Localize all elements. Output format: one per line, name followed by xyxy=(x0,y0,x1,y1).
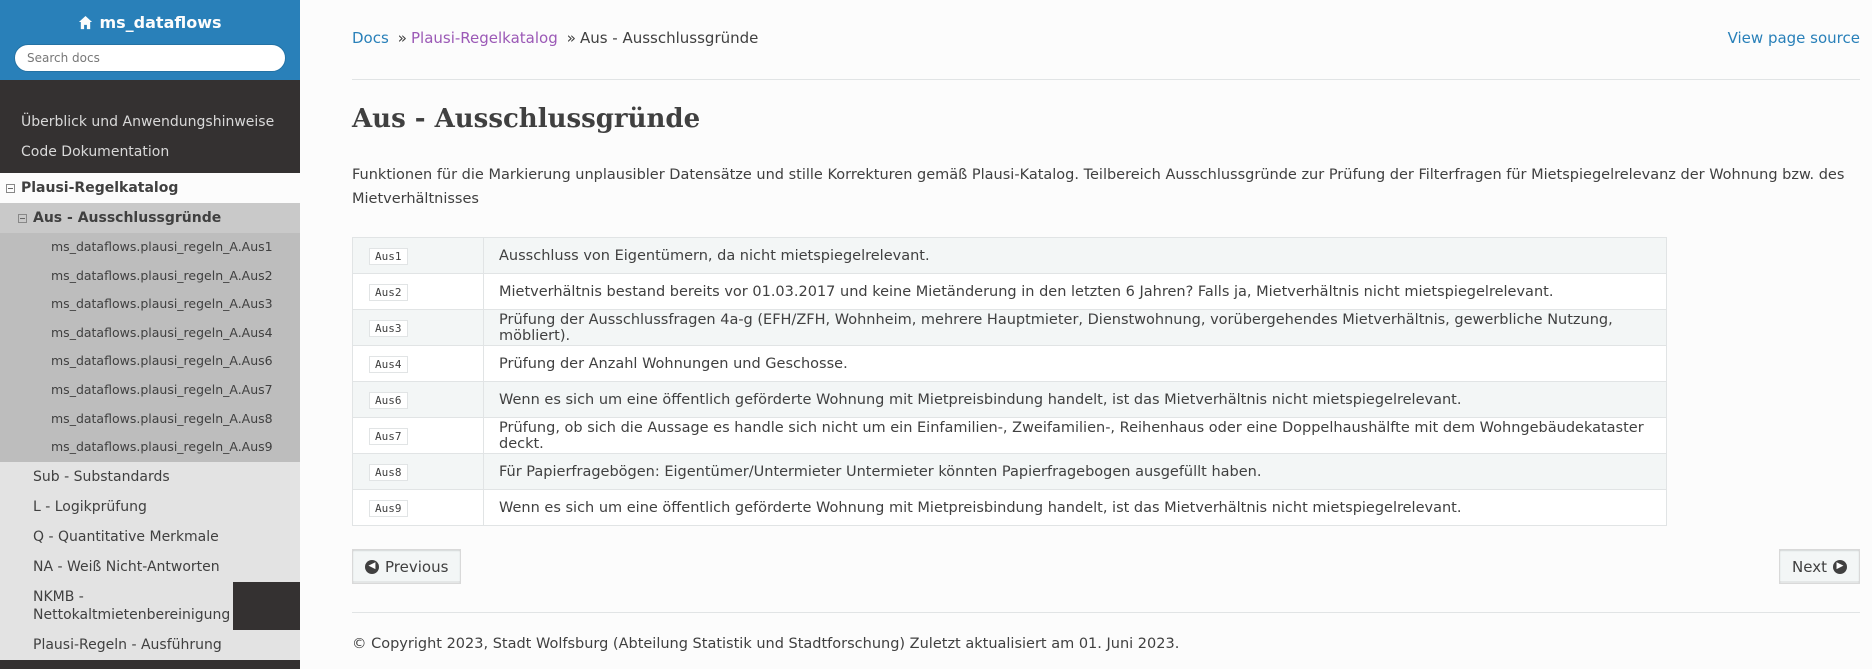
table-row: Aus8 Für Papierfragebögen: Eigentümer/Unt… xyxy=(352,453,1667,490)
function-code-link[interactable]: Aus7 xyxy=(369,427,408,445)
function-code-link[interactable]: Aus4 xyxy=(369,355,408,373)
table-cell-description: Wenn es sich um eine öffentlich geförder… xyxy=(483,489,1667,526)
breadcrumb-separator: » xyxy=(566,29,576,47)
sidebar-header: ms_dataflows xyxy=(0,0,300,80)
table-cell-description: Prüfung, ob sich die Aussage es handle s… xyxy=(483,417,1667,454)
sidebar-footer xyxy=(0,659,300,669)
table-cell-code: Aus3 xyxy=(352,309,484,346)
table-cell-code: Aus2 xyxy=(352,273,484,310)
sidebar-item-label: Aus - Ausschlussgründe xyxy=(33,210,222,226)
circle-arrow-right-icon: ▶ xyxy=(1833,559,1847,574)
table-cell-code: Aus8 xyxy=(352,453,484,490)
function-code-link[interactable]: Aus9 xyxy=(369,499,408,517)
page-description: Funktionen für die Markierung unplausibl… xyxy=(352,167,1845,207)
table-cell-code: Aus6 xyxy=(352,381,484,418)
sidebar-item-nkmb[interactable]: NKMB - Nettokaltmietenbereinigung xyxy=(0,581,233,630)
footer-copyright: © Copyright 2023, Stadt Wolfsburg (Abtei… xyxy=(352,636,1180,652)
table-row: Aus4 Prüfung der Anzahl Wohnungen und Ges… xyxy=(352,345,1667,382)
function-code-link[interactable]: Aus2 xyxy=(369,283,408,301)
table-cell-description: Prüfung der Anzahl Wohnungen und Geschos… xyxy=(483,345,1667,382)
sidebar-item-l[interactable]: L - Logikprüfung xyxy=(0,491,300,522)
sidebar-module-aus2[interactable]: ms_dataflows.plausi_regeln_A.Aus2 xyxy=(0,261,300,291)
table-cell-code: Aus9 xyxy=(352,489,484,526)
project-home-link[interactable]: ms_dataflows xyxy=(78,13,222,32)
page-title: Aus - Ausschlussgründe xyxy=(352,104,701,134)
function-code-link[interactable]: Aus1 xyxy=(369,247,408,265)
sidebar-item-overview[interactable]: Überblick und Anwendungshinweise xyxy=(0,107,300,137)
sidebar-menu: Überblick und Anwendungshinweise Code Do… xyxy=(0,80,300,669)
breadcrumb-separator: » xyxy=(397,29,407,47)
sidebar-item-code-doc[interactable]: Code Dokumentation xyxy=(0,137,300,167)
breadcrumb: Docs» Plausi-Regelkatalog» Aus - Ausschlus… xyxy=(352,29,758,47)
previous-label: Previous xyxy=(385,557,449,576)
function-code-link[interactable]: Aus3 xyxy=(369,319,408,337)
project-name: ms_dataflows xyxy=(99,13,222,32)
sidebar-item-current[interactable]: Plausi-Regelkatalog xyxy=(0,173,300,203)
table-cell-description: Für Papierfragebögen: Eigentümer/Untermi… xyxy=(483,453,1667,490)
collapse-toggle-icon[interactable] xyxy=(18,213,27,223)
view-source-link[interactable]: View page source xyxy=(1728,29,1860,47)
previous-button[interactable]: ◀ Previous xyxy=(352,549,462,584)
table-row: Aus6 Wenn es sich um eine öffentlich gefö… xyxy=(352,381,1667,418)
sidebar-module-aus9[interactable]: ms_dataflows.plausi_regeln_A.Aus9 xyxy=(0,433,300,462)
breadcrumb-docs-link[interactable]: Docs xyxy=(352,29,389,47)
next-button[interactable]: Next ▶ xyxy=(1779,549,1860,584)
sidebar-item-aus[interactable]: Aus - Ausschlussgründe xyxy=(0,203,300,233)
main-content: Docs» Plausi-Regelkatalog» Aus - Ausschlus… xyxy=(300,0,1872,669)
sidebar-module-aus1[interactable]: ms_dataflows.plausi_regeln_A.Aus1 xyxy=(0,233,300,262)
sidebar-item-sub[interactable]: Sub - Substandards xyxy=(0,461,300,492)
collapse-toggle-icon[interactable] xyxy=(6,183,15,193)
sidebar-item-ausfuehrung[interactable]: Plausi-Regeln - Ausführung xyxy=(0,629,300,660)
table-cell-code: Aus4 xyxy=(352,345,484,382)
sidebar-item-label: Plausi-Regelkatalog xyxy=(21,180,179,196)
function-code-link[interactable]: Aus6 xyxy=(369,391,408,409)
header-divider xyxy=(352,79,1860,80)
sidebar-item-na[interactable]: NA - Weiß Nicht-Antworten xyxy=(0,551,300,582)
table-cell-description: Wenn es sich um eine öffentlich geförder… xyxy=(483,381,1667,418)
sidebar: ms_dataflows Überblick und Anwendungshin… xyxy=(0,0,300,669)
circle-arrow-left-icon: ◀ xyxy=(365,559,379,574)
table-row: Aus2 Mietverhältnis bestand bereits vor 0… xyxy=(352,273,1667,310)
sidebar-module-aus6[interactable]: ms_dataflows.plausi_regeln_A.Aus6 xyxy=(0,347,300,376)
table-row: Aus7 Prüfung, ob sich die Aussage es hand… xyxy=(352,417,1667,454)
next-label: Next xyxy=(1792,557,1827,576)
footer-divider xyxy=(352,612,1860,613)
table-cell-code: Aus7 xyxy=(352,417,484,454)
table-cell-code: Aus1 xyxy=(352,237,484,274)
sidebar-module-aus4[interactable]: ms_dataflows.plausi_regeln_A.Aus4 xyxy=(0,318,300,348)
table-row: Aus1 Ausschluss von Eigentümern, da nicht… xyxy=(352,237,1667,274)
table-row: Aus3 Prüfung der Ausschlussfragen 4a-g (E… xyxy=(352,309,1667,346)
sidebar-module-aus8[interactable]: ms_dataflows.plausi_regeln_A.Aus8 xyxy=(0,404,300,434)
sidebar-module-aus3[interactable]: ms_dataflows.plausi_regeln_A.Aus3 xyxy=(0,290,300,319)
table-cell-description: Prüfung der Ausschlussfragen 4a-g (EFH/Z… xyxy=(483,309,1667,346)
breadcrumb-current: Aus - Ausschlussgründe xyxy=(579,29,759,47)
function-table: Aus1 Ausschluss von Eigentümern, da nicht… xyxy=(352,237,1667,526)
sidebar-item-q[interactable]: Q - Quantitative Merkmale xyxy=(0,521,300,552)
home-icon xyxy=(79,15,93,30)
table-cell-description: Ausschluss von Eigentümern, da nicht mie… xyxy=(483,237,1667,274)
search-input[interactable] xyxy=(14,44,286,72)
sidebar-module-aus7[interactable]: ms_dataflows.plausi_regeln_A.Aus7 xyxy=(0,375,300,405)
table-row: Aus9 Wenn es sich um eine öffentlich gefö… xyxy=(352,489,1667,526)
table-cell-description: Mietverhältnis bestand bereits vor 01.03… xyxy=(483,273,1667,310)
breadcrumb-parent-link[interactable]: Plausi-Regelkatalog xyxy=(411,29,558,47)
function-code-link[interactable]: Aus8 xyxy=(369,463,408,481)
